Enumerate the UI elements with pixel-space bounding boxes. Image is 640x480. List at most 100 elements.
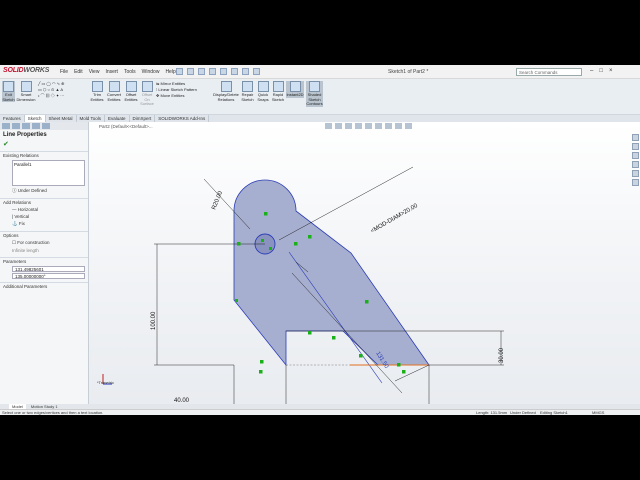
offset-entities-button[interactable]: Offset Entities <box>124 81 138 102</box>
offset-icon <box>125 81 137 92</box>
rapid-sketch-button[interactable]: Rapid Sketch <box>271 81 285 102</box>
vertical-relation[interactable]: | Vertical <box>0 213 88 220</box>
status-defined: Under Defined <box>510 410 536 415</box>
document-title: Sketch1 of Part2 * <box>388 69 429 75</box>
trim-entities-button[interactable]: Trim Entities <box>90 81 104 102</box>
solidworks-logo[interactable]: SOLIDWORKS <box>3 67 49 74</box>
instant2d-icon <box>289 81 301 92</box>
offset-surface-icon <box>141 81 153 92</box>
status-editing: Editing Sketch1 <box>540 410 568 415</box>
repair-sketch-button[interactable]: Repair Sketch <box>240 81 255 102</box>
graphics-area[interactable]: Part2 (Default<<Default>... R20.00 <MOD-… <box>89 122 640 404</box>
menu-window[interactable]: Window <box>142 69 160 75</box>
relations-icon <box>220 81 232 92</box>
point-icon[interactable]: • ⌒ ▦ ◇ ✦ ⋯ <box>38 93 64 99</box>
relations-list[interactable]: Parallel1 <box>12 160 85 186</box>
display-relations-button[interactable]: Display/Delete Relations <box>213 81 239 102</box>
tab-features[interactable]: Features <box>0 115 25 122</box>
status-hint: Select one or two edges/vertices and the… <box>2 410 104 415</box>
quick-access-toolbar <box>176 68 260 75</box>
open-icon[interactable] <box>187 68 194 75</box>
move-entities-button[interactable]: ✥ Move Entities <box>156 93 197 99</box>
dimxpert-icon[interactable] <box>32 123 40 129</box>
dim-height-30[interactable]: 30.00 <box>499 347 505 363</box>
smart-dimension-button[interactable]: Smart Dimension <box>17 81 35 102</box>
status-under-defined: ⓘ Under Defined <box>12 188 47 193</box>
command-manager: Exit Sketch Smart Dimension ╱ ▭ ◯ ◠ ∿ ⊕ … <box>0 79 640 115</box>
sketch-profile[interactable] <box>233 179 430 367</box>
relation-item[interactable]: Parallel1 <box>14 162 32 167</box>
menu-tools[interactable]: Tools <box>124 69 136 75</box>
tab-evaluate[interactable]: Evaluate <box>105 115 130 122</box>
horizontal-relation[interactable]: — Horizontal <box>0 206 88 213</box>
menu-insert[interactable]: Insert <box>105 69 118 75</box>
rapid-sketch-icon <box>272 81 284 92</box>
rebuild-icon[interactable] <box>242 68 249 75</box>
options-header[interactable]: Options <box>0 231 88 239</box>
title-bar: SOLIDWORKS File Edit View Insert Tools W… <box>0 65 640 79</box>
window-controls: – □ × <box>590 68 612 74</box>
print-icon[interactable] <box>209 68 216 75</box>
options-icon[interactable] <box>253 68 260 75</box>
dim-radius[interactable]: R20.00 <box>211 190 224 211</box>
view-orientation-label: *Trimetric <box>97 380 114 385</box>
exit-sketch-icon <box>3 81 14 92</box>
dim-height-100[interactable]: 100.00 <box>151 311 157 330</box>
panel-tabs <box>0 122 88 130</box>
instant2d-button[interactable]: Instant2D <box>286 81 304 98</box>
shaded-contours-button[interactable]: Shaded Sketch Contours <box>306 81 323 107</box>
tab-sketch[interactable]: Sketch <box>24 115 46 122</box>
status-length: Length: 131.5mm <box>476 410 508 415</box>
snap-icon <box>257 81 269 92</box>
minimize-icon[interactable]: – <box>590 68 593 74</box>
offset-on-surface-button[interactable]: Offset On Surface <box>140 81 154 107</box>
fix-relation[interactable]: ⚓ Fix <box>0 220 88 228</box>
parameters-header[interactable]: Parameters <box>0 257 88 265</box>
sketch-drawing: R20.00 <MOD-DIAM>20.00 100.00 131.50 30.… <box>102 166 505 404</box>
feature-tree-icon[interactable] <box>2 123 10 129</box>
smart-dimension-icon <box>20 81 32 92</box>
additional-parameters-header[interactable]: Additional Parameters <box>0 282 88 290</box>
save-icon[interactable] <box>198 68 205 75</box>
property-manager-icon[interactable] <box>12 123 20 129</box>
tab-dimxpert[interactable]: DimXpert <box>130 115 156 122</box>
command-tabs: Features Sketch Sheet Metal Mold Tools E… <box>0 115 640 122</box>
menu-edit[interactable]: Edit <box>74 69 83 75</box>
menu-file[interactable]: File <box>60 69 68 75</box>
select-icon[interactable] <box>231 68 238 75</box>
new-icon[interactable] <box>176 68 183 75</box>
undo-icon[interactable] <box>220 68 227 75</box>
infinite-length-checkbox[interactable]: Infinite length <box>0 247 88 254</box>
menu-view[interactable]: View <box>89 69 100 75</box>
solidworks-window: SOLIDWORKS File Edit View Insert Tools W… <box>0 65 640 415</box>
ok-check-icon[interactable]: ✔ <box>0 140 88 148</box>
convert-entities-button[interactable]: Convert Entities <box>106 81 122 102</box>
close-icon[interactable]: × <box>609 68 613 74</box>
existing-relations-header[interactable]: Existing Relations <box>0 151 88 159</box>
for-construction-checkbox[interactable]: ☐ For construction <box>0 239 88 247</box>
tab-mold-tools[interactable]: Mold Tools <box>77 115 105 122</box>
display-manager-icon[interactable] <box>42 123 50 129</box>
pattern-group: ⇋ Mirror Entities ⁝ Linear Sketch Patter… <box>156 81 197 99</box>
menu-bar: File Edit View Insert Tools Window Help <box>60 69 176 75</box>
shaded-contours-icon <box>309 81 320 92</box>
trim-icon <box>91 81 103 92</box>
search-input[interactable]: Search Commands <box>516 68 582 76</box>
add-relations-header[interactable]: Add Relations <box>0 198 88 206</box>
tab-addins[interactable]: SOLIDWORKS Add-Ins <box>155 115 210 122</box>
panel-title: Line Properties <box>3 132 47 138</box>
maximize-icon[interactable]: □ <box>599 68 603 74</box>
angle-field[interactable]: 135.00000000° <box>12 273 85 279</box>
dim-diameter[interactable]: <MOD-DIAM>20.00 <box>370 203 419 235</box>
quick-snaps-button[interactable]: Quick Snaps <box>256 81 270 102</box>
tab-sheet-metal[interactable]: Sheet Metal <box>46 115 77 122</box>
exit-sketch-button[interactable]: Exit Sketch <box>2 81 15 102</box>
status-units[interactable]: MMGS <box>592 410 604 415</box>
menu-help[interactable]: Help <box>165 69 175 75</box>
status-bar: Select one or two edges/vertices and the… <box>0 409 640 415</box>
property-manager: Line Properties ✔ Existing Relations Par… <box>0 122 89 404</box>
config-manager-icon[interactable] <box>22 123 30 129</box>
repair-icon <box>242 81 253 92</box>
length-field[interactable]: 131.49825601 <box>12 266 85 272</box>
sketch-tools-grid: ╱ ▭ ◯ ◠ ∿ ⊕ ▭ ⬡ ○ ⊙ ▲ A • ⌒ ▦ ◇ ✦ ⋯ <box>38 81 64 99</box>
